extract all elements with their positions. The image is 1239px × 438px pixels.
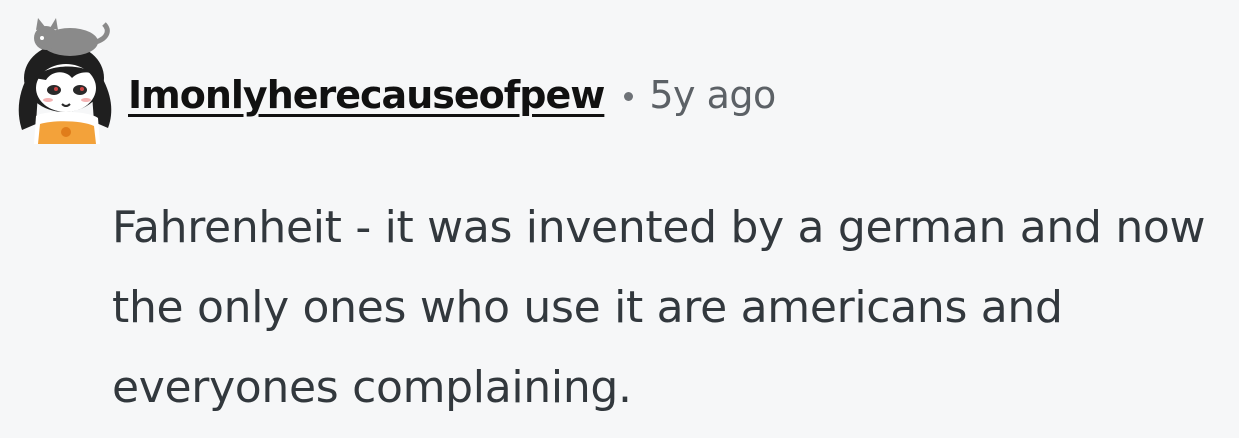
comment: Imonlyherecauseofpew 5y ago Fahrenheit -… bbox=[0, 0, 1239, 438]
comment-meta: Imonlyherecauseofpew 5y ago bbox=[128, 68, 776, 122]
avatar[interactable] bbox=[8, 12, 120, 144]
comment-body: Fahrenheit - it was invented by a german… bbox=[112, 202, 1206, 413]
username-link[interactable]: Imonlyherecauseofpew bbox=[128, 73, 605, 117]
separator-dot bbox=[624, 91, 634, 101]
cartoon-girl-with-cat-avatar-icon bbox=[18, 18, 112, 144]
timestamp: 5y ago bbox=[649, 73, 776, 117]
